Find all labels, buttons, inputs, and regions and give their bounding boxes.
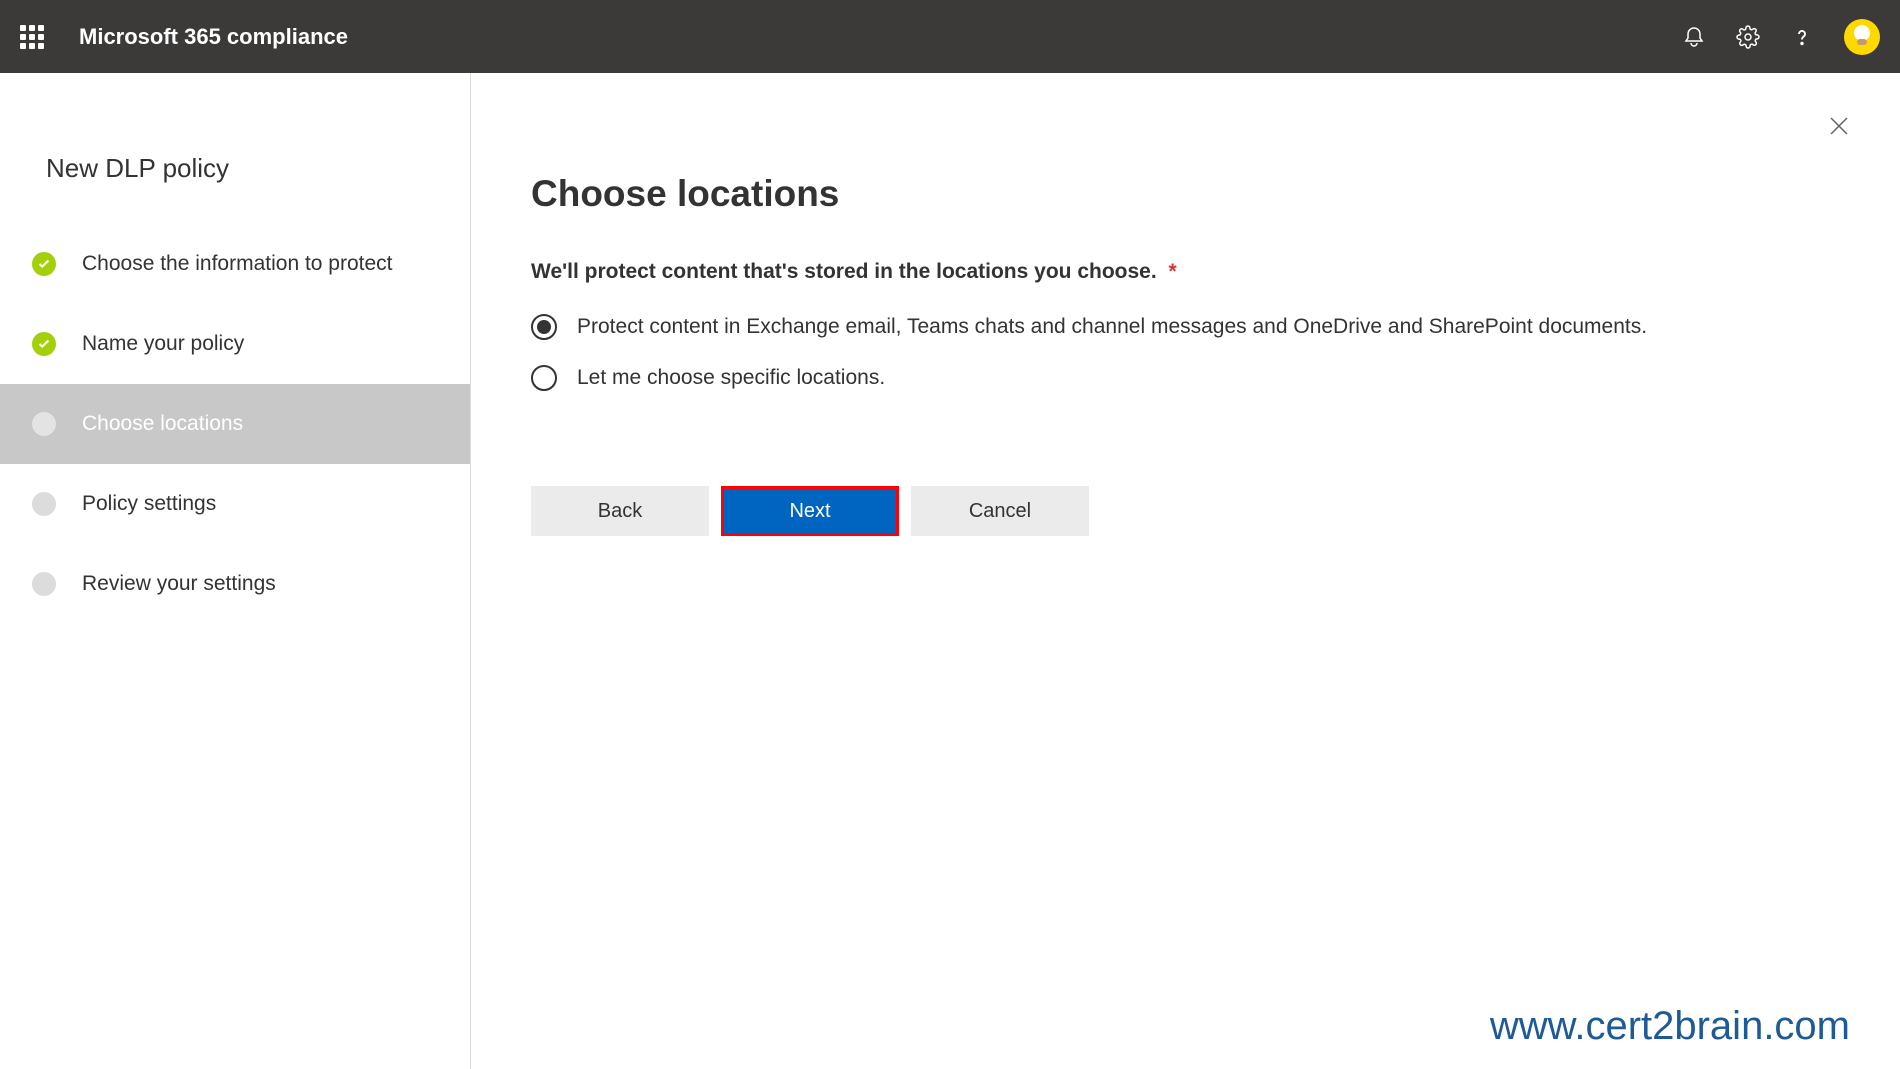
- wizard-sidebar: New DLP policy Choose the information to…: [0, 73, 471, 1069]
- wizard-buttons: Back Next Cancel: [531, 486, 1840, 536]
- radio-label: Protect content in Exchange email, Teams…: [577, 315, 1647, 339]
- header-right: [1682, 19, 1880, 55]
- next-button[interactable]: Next: [721, 486, 899, 536]
- radio-label: Let me choose specific locations.: [577, 366, 885, 390]
- radio-option-all-locations[interactable]: Protect content in Exchange email, Teams…: [531, 314, 1840, 340]
- user-avatar[interactable]: [1844, 19, 1880, 55]
- step-label: Name your policy: [82, 332, 244, 356]
- close-icon[interactable]: [1828, 113, 1850, 144]
- wizard-step-review[interactable]: Review your settings: [0, 544, 470, 624]
- required-indicator: *: [1169, 260, 1177, 283]
- subtitle: We'll protect content that's stored in t…: [531, 260, 1840, 284]
- radio-icon: [531, 314, 557, 340]
- app-title: Microsoft 365 compliance: [79, 24, 348, 50]
- wizard-title: New DLP policy: [0, 153, 470, 224]
- wizard-step-name-policy[interactable]: Name your policy: [0, 304, 470, 384]
- locations-radio-group: Protect content in Exchange email, Teams…: [531, 314, 1840, 391]
- step-label: Review your settings: [82, 572, 276, 596]
- wizard-step-policy-settings[interactable]: Policy settings: [0, 464, 470, 544]
- header-left: Microsoft 365 compliance: [20, 24, 348, 50]
- content-area: New DLP policy Choose the information to…: [0, 73, 1900, 1069]
- radio-icon: [531, 365, 557, 391]
- check-icon: [32, 332, 56, 356]
- app-header: Microsoft 365 compliance: [0, 0, 1900, 73]
- back-button[interactable]: Back: [531, 486, 709, 536]
- step-label: Choose locations: [82, 412, 243, 436]
- cancel-button[interactable]: Cancel: [911, 486, 1089, 536]
- pending-step-icon: [32, 572, 56, 596]
- current-step-icon: [32, 412, 56, 436]
- help-icon[interactable]: [1790, 25, 1814, 49]
- step-label: Choose the information to protect: [82, 252, 393, 276]
- step-label: Policy settings: [82, 492, 216, 516]
- page-title: Choose locations: [531, 173, 1840, 215]
- wizard-step-choose-locations[interactable]: Choose locations: [0, 384, 470, 464]
- main-panel: Choose locations We'll protect content t…: [471, 73, 1900, 1069]
- check-icon: [32, 252, 56, 276]
- watermark-text: www.cert2brain.com: [1490, 1004, 1850, 1049]
- settings-icon[interactable]: [1736, 25, 1760, 49]
- pending-step-icon: [32, 492, 56, 516]
- subtitle-text: We'll protect content that's stored in t…: [531, 260, 1157, 283]
- wizard-step-choose-info[interactable]: Choose the information to protect: [0, 224, 470, 304]
- app-launcher-icon[interactable]: [20, 25, 44, 49]
- notifications-icon[interactable]: [1682, 25, 1706, 49]
- radio-option-specific-locations[interactable]: Let me choose specific locations.: [531, 365, 1840, 391]
